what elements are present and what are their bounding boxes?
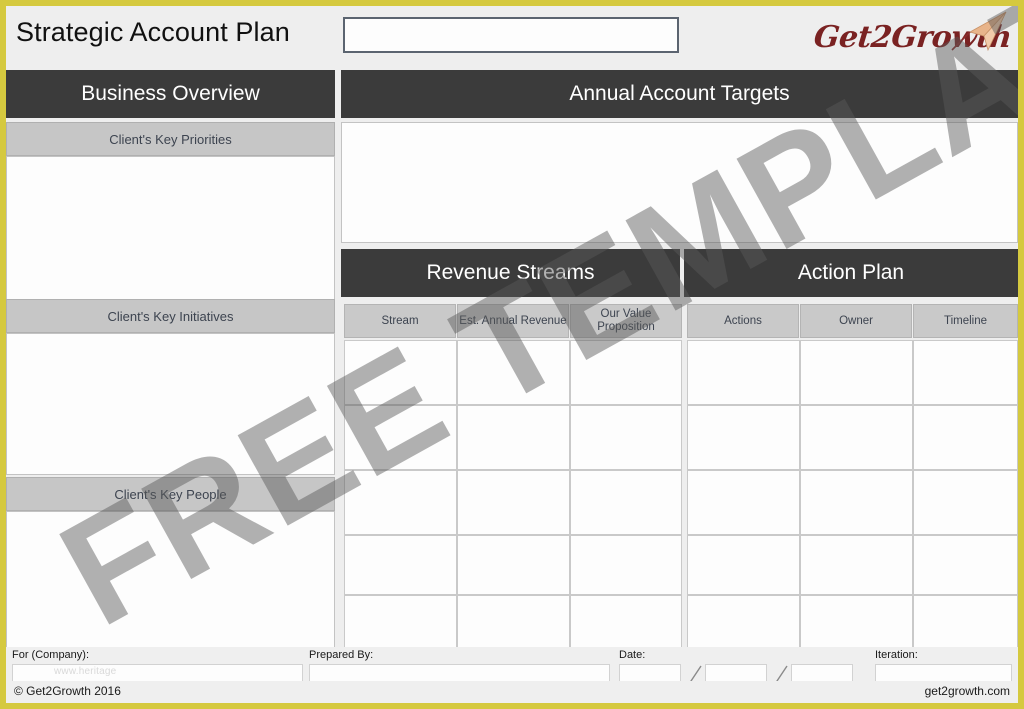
- subhead-client-key-priorities: Client's Key Priorities: [6, 122, 335, 156]
- table-cell-timeline-row-1[interactable]: [913, 340, 1018, 405]
- table-cell-timeline-row-5[interactable]: [913, 595, 1018, 650]
- faint-watermark-text: www.heritage: [54, 666, 117, 677]
- title-bar: Strategic Account Plan Get2Growth: [6, 6, 1018, 68]
- table-cell-timeline-row-2[interactable]: [913, 405, 1018, 470]
- table-cell-actions-row-2[interactable]: [687, 405, 800, 470]
- iteration-label: Iteration:: [875, 649, 918, 661]
- colhead-actions-label: Actions: [724, 314, 762, 327]
- band-action-plan: Action Plan: [684, 249, 1018, 297]
- table-cell-actions-row-4[interactable]: [687, 535, 800, 595]
- table-cell-est-annual-revenue-row-1[interactable]: [457, 340, 570, 405]
- table-cell-owner-row-1[interactable]: [800, 340, 913, 405]
- colhead-stream-label: Stream: [381, 314, 419, 327]
- page-title: Strategic Account Plan: [16, 17, 290, 47]
- subhead-client-key-priorities-label: Client's Key Priorities: [109, 131, 232, 147]
- account-name-input[interactable]: [343, 17, 679, 53]
- band-annual-account-targets: Annual Account Targets: [341, 70, 1018, 118]
- panel-client-key-initiatives[interactable]: [6, 333, 335, 475]
- for-company-label: For (Company):: [12, 649, 90, 661]
- band-business-overview: Business Overview: [6, 70, 335, 118]
- colhead-est-annual-revenue-label: Est. Annual Revenue: [459, 314, 567, 327]
- table-cell-stream-row-5[interactable]: [344, 595, 457, 650]
- table-cell-our-value-proposition-row-5[interactable]: [570, 595, 682, 650]
- table-cell-actions-row-3[interactable]: [687, 470, 800, 535]
- panel-client-key-people[interactable]: [6, 511, 335, 650]
- colhead-our-value-proposition: Our Value Proposition: [570, 304, 682, 338]
- copyright-text: © Get2Growth 2016: [14, 684, 121, 698]
- paper-plane-icon: [951, 11, 1007, 52]
- colhead-owner: Owner: [800, 304, 912, 338]
- table-cell-our-value-proposition-row-2[interactable]: [570, 405, 682, 470]
- subhead-client-key-people-label: Client's Key People: [114, 486, 227, 502]
- colhead-timeline: Timeline: [913, 304, 1018, 338]
- table-cell-est-annual-revenue-row-5[interactable]: [457, 595, 570, 650]
- table-cell-actions-row-5[interactable]: [687, 595, 800, 650]
- colhead-timeline-label: Timeline: [943, 314, 988, 327]
- band-annual-account-targets-label: Annual Account Targets: [569, 82, 790, 105]
- table-cell-our-value-proposition-row-1[interactable]: [570, 340, 682, 405]
- table-cell-owner-row-3[interactable]: [800, 470, 913, 535]
- table-cell-est-annual-revenue-row-2[interactable]: [457, 405, 570, 470]
- table-cell-stream-row-3[interactable]: [344, 470, 457, 535]
- table-cell-owner-row-5[interactable]: [800, 595, 913, 650]
- subhead-client-key-initiatives-label: Client's Key Initiatives: [107, 308, 234, 324]
- subhead-client-key-people: Client's Key People: [6, 477, 335, 511]
- table-cell-timeline-row-4[interactable]: [913, 535, 1018, 595]
- colhead-est-annual-revenue: Est. Annual Revenue: [457, 304, 569, 338]
- table-cell-owner-row-2[interactable]: [800, 405, 913, 470]
- table-cell-our-value-proposition-row-3[interactable]: [570, 470, 682, 535]
- footer: For (Company): Prepared By: Date: Iterat…: [6, 647, 1018, 703]
- table-cell-est-annual-revenue-row-3[interactable]: [457, 470, 570, 535]
- band-action-plan-label: Action Plan: [797, 261, 905, 284]
- panel-client-key-priorities[interactable]: [6, 156, 335, 301]
- colhead-owner-label: Owner: [839, 314, 873, 327]
- table-cell-our-value-proposition-row-4[interactable]: [570, 535, 682, 595]
- colhead-stream: Stream: [344, 304, 456, 338]
- table-cell-timeline-row-3[interactable]: [913, 470, 1018, 535]
- panel-annual-account-targets[interactable]: [341, 122, 1018, 243]
- prepared-by-label: Prepared By:: [309, 649, 374, 661]
- subhead-client-key-initiatives: Client's Key Initiatives: [6, 299, 335, 333]
- band-revenue-streams-label: Revenue Streams: [426, 261, 595, 284]
- table-cell-owner-row-4[interactable]: [800, 535, 913, 595]
- table-cell-stream-row-1[interactable]: [344, 340, 457, 405]
- colhead-our-value-proposition-label: Our Value Proposition: [597, 308, 655, 333]
- table-cell-actions-row-1[interactable]: [687, 340, 800, 405]
- date-label: Date:: [619, 649, 646, 661]
- band-business-overview-label: Business Overview: [81, 82, 260, 105]
- table-cell-stream-row-4[interactable]: [344, 535, 457, 595]
- table-cell-est-annual-revenue-row-4[interactable]: [457, 535, 570, 595]
- strategic-account-plan-page: Strategic Account Plan Get2Growth Busine…: [0, 0, 1024, 709]
- copyright-bar: © Get2Growth 2016 get2growth.com: [6, 681, 1018, 703]
- band-revenue-streams: Revenue Streams: [341, 249, 680, 297]
- colhead-actions: Actions: [687, 304, 799, 338]
- table-cell-stream-row-2[interactable]: [344, 405, 457, 470]
- website-link[interactable]: get2growth.com: [925, 684, 1010, 698]
- logo: Get2Growth: [812, 11, 1013, 64]
